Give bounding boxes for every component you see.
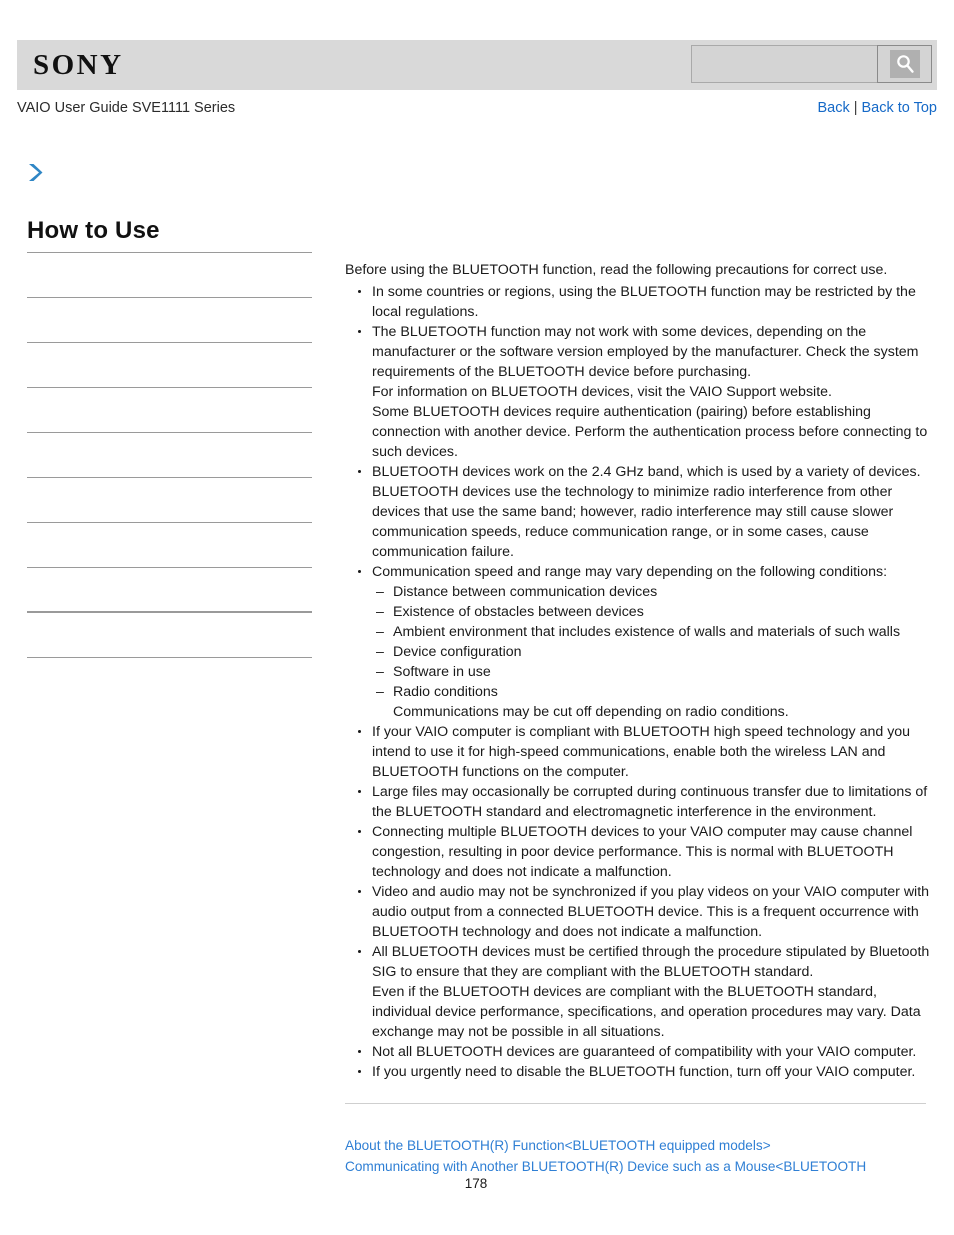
precaution-paragraph: Communication speed and range may vary d… [372, 564, 888, 580]
condition-item: Radio conditions [372, 682, 930, 702]
precaution-item: The BLUETOOTH function may not work with… [345, 322, 930, 462]
back-link[interactable]: Back [817, 100, 849, 116]
precaution-paragraph: Even if the BLUETOOTH devices are compli… [372, 984, 921, 1040]
sidebar-item-label [27, 478, 312, 490]
related-link[interactable]: About the BLUETOOTH(R) Function<BLUETOOT… [345, 1135, 930, 1156]
sidebar-item-label [27, 568, 312, 580]
precaution-paragraph: Large files may occasionally be corrupte… [372, 784, 928, 820]
precaution-paragraph: The BLUETOOTH function may not work with… [372, 324, 919, 380]
sidebar-item-list [27, 253, 312, 659]
sub-header: VAIO User Guide SVE1111 Series Back | Back… [17, 100, 937, 122]
condition-item: Software in use [372, 662, 930, 682]
sidebar-item-6[interactable] [27, 523, 312, 569]
sidebar: How to Use [27, 217, 312, 659]
search-button[interactable] [877, 45, 932, 83]
precaution-item: Communication speed and range may vary d… [345, 562, 930, 722]
guide-title: VAIO User Guide SVE1111 Series [17, 100, 236, 116]
main-content: Before using the BLUETOOTH function, rea… [345, 260, 930, 1082]
site-header: SONY [17, 40, 937, 90]
sidebar-item-label [27, 298, 312, 310]
sidebar-item-3[interactable] [27, 388, 312, 434]
condition-item: Distance between communication devices [372, 582, 930, 602]
precaution-item: Video and audio may not be synchronized … [345, 882, 930, 942]
nav-separator: | [853, 100, 858, 116]
sidebar-item-7[interactable] [27, 568, 312, 614]
precaution-item: BLUETOOTH devices work on the 2.4 GHz ba… [345, 462, 930, 562]
sidebar-item-label [27, 433, 312, 445]
precautions-list: In some countries or regions, using the … [345, 282, 930, 1082]
condition-list: Distance between communication devicesEx… [372, 582, 930, 702]
condition-item: Device configuration [372, 642, 930, 662]
sidebar-item-8[interactable] [27, 613, 312, 659]
sidebar-item-1[interactable] [27, 298, 312, 344]
sidebar-item-2[interactable] [27, 343, 312, 389]
sidebar-item-label [27, 388, 312, 400]
precaution-paragraph: For information on BLUETOOTH devices, vi… [372, 384, 832, 400]
precaution-paragraph: All BLUETOOTH devices must be certified … [372, 944, 930, 980]
sidebar-item-label [27, 343, 312, 355]
chevron-right-icon[interactable] [22, 160, 48, 186]
sidebar-item-5[interactable] [27, 478, 312, 524]
page-number: 178 [464, 1176, 488, 1191]
condition-item: Ambient environment that includes existe… [372, 622, 930, 642]
precaution-paragraph: Some BLUETOOTH devices require authentic… [372, 404, 928, 460]
precaution-item: If you urgently need to disable the BLUE… [345, 1062, 930, 1082]
condition-item: Existence of obstacles between devices [372, 602, 930, 622]
sidebar-item-label [27, 613, 312, 625]
header-nav-links: Back | Back to Top [817, 100, 937, 116]
precaution-item: Large files may occasionally be corrupte… [345, 782, 930, 822]
precaution-paragraph: BLUETOOTH devices work on the 2.4 GHz ba… [372, 464, 921, 560]
related-links: About the BLUETOOTH(R) Function<BLUETOOT… [345, 1135, 930, 1177]
sidebar-item-label [27, 253, 312, 265]
intro-paragraph: Before using the BLUETOOTH function, rea… [345, 262, 888, 278]
back-to-top-link[interactable]: Back to Top [861, 100, 937, 116]
precaution-paragraph: Not all BLUETOOTH devices are guaranteed… [372, 1044, 917, 1060]
precaution-item: Connecting multiple BLUETOOTH devices to… [345, 822, 930, 882]
condition-note: Communications may be cut off depending … [393, 704, 789, 720]
search-icon [889, 50, 920, 78]
sony-logo: SONY [33, 48, 124, 81]
precaution-item: Not all BLUETOOTH devices are guaranteed… [345, 1042, 930, 1062]
search-area [691, 45, 932, 83]
precaution-paragraph: In some countries or regions, using the … [372, 284, 916, 320]
sidebar-item-0[interactable] [27, 253, 312, 299]
precaution-paragraph: Video and audio may not be synchronized … [372, 884, 930, 940]
footer-divider [345, 1103, 926, 1104]
precaution-item: If your VAIO computer is compliant with … [345, 722, 930, 782]
sidebar-title: How to Use [27, 217, 160, 244]
search-input[interactable] [691, 45, 877, 83]
precaution-paragraph: Connecting multiple BLUETOOTH devices to… [372, 824, 913, 880]
precaution-paragraph: If you urgently need to disable the BLUE… [372, 1064, 916, 1080]
precaution-paragraph: If your VAIO computer is compliant with … [372, 724, 911, 780]
precaution-item: All BLUETOOTH devices must be certified … [345, 942, 930, 1042]
sidebar-item-4[interactable] [27, 433, 312, 479]
sidebar-item-label [27, 523, 312, 535]
related-link[interactable]: Communicating with Another BLUETOOTH(R) … [345, 1156, 930, 1177]
precaution-item: In some countries or regions, using the … [345, 282, 930, 322]
